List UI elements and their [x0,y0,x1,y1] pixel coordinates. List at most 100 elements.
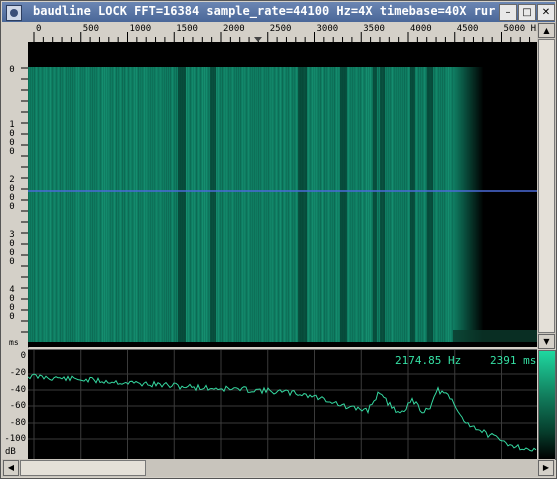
spectrogram-column [228,67,229,342]
spectrogram-column [130,67,131,342]
spectrogram-fade-column [473,67,474,342]
spectrogram-fade-column [461,67,462,342]
spectrogram-column [362,67,363,342]
spectrogram-dark-band [373,67,377,342]
window-title: baudline LOCK FFT=16384 sample_rate=4410… [33,4,496,18]
spectrogram-column [434,67,435,342]
db-label: -80 [9,418,26,428]
spectrogram-column [370,67,371,342]
minimize-button[interactable]: – [499,4,517,21]
spectrogram-column [200,67,201,342]
arrow-down-icon[interactable]: ▼ [538,334,555,349]
spectrogram-image [28,42,537,347]
spectrogram-column [78,67,79,342]
spectrogram-column [42,67,43,342]
spectrogram-column [38,67,39,342]
spectrogram-column [334,67,335,342]
vertical-scrollbar[interactable]: ▲ ▼ [537,22,556,349]
spectrogram-column [312,67,313,342]
spectrogram-column [60,67,61,342]
vertical-scroll-thumb[interactable] [538,39,555,333]
spectrogram-fade-column [476,67,477,342]
spectrogram-fade-column [456,67,457,342]
spectrogram-column [270,67,271,342]
frequency-tick-label: 1500 [176,24,198,34]
maximize-button[interactable]: □ [518,4,536,21]
spectrogram-column [106,67,107,342]
arrow-left-icon[interactable]: ◀ [3,460,19,476]
spectrogram-column [338,67,339,342]
spectrogram-fade-column [480,67,481,342]
frequency-readout: 2174.85 Hz [395,354,462,367]
spectrogram-column [108,67,109,342]
spectrogram-column [150,67,151,342]
spectrogram-dark-band [427,67,433,342]
spectrogram-fade-column [458,67,459,342]
spectrogram-column [366,67,367,342]
spectrogram-fade-column [470,67,471,342]
spectrogram-column [168,67,169,342]
spectrogram-column [286,67,287,342]
spectrogram-column [68,67,69,342]
spectrogram-column [122,67,123,342]
color-aperture-bar[interactable] [538,350,556,460]
spectrogram-column [152,67,153,342]
arrow-right-icon[interactable]: ▶ [538,460,554,476]
spectrogram-column [136,67,137,342]
horizontal-scroll-thumb[interactable] [20,460,146,476]
spectrogram-column [46,67,47,342]
spectrogram-column [258,67,259,342]
spectrogram-fade-column [454,67,455,342]
spectrogram-column [406,67,407,342]
spectrogram-column [88,67,89,342]
spectrogram-dark-band [340,67,347,342]
title-bar[interactable]: baudline LOCK FFT=16384 sample_rate=4410… [2,2,555,22]
spectrogram-column [142,67,143,342]
spectrogram-column [288,67,289,342]
spectrogram-column [40,67,41,342]
baudline-app-icon[interactable] [6,5,22,21]
spectrogram-column [158,67,159,342]
frequency-tick-label: 1000 [130,24,152,34]
spectrogram-dark-band [210,67,216,342]
spectrogram-column [82,67,83,342]
arrow-up-icon[interactable]: ▲ [538,23,555,38]
spectrogram-fade-column [455,67,456,342]
spectrogram-column [156,67,157,342]
time-tick-label: 0 [9,257,14,267]
spectrogram-column [166,67,167,342]
frequency-ruler-ticks: 0 500 1000 1500 2000 2500 3000 3500 4000 4500 5000… [33,24,537,42]
spectrogram-fade-column [475,67,476,342]
spectrum-panel[interactable]: 2174.85 Hz 2391 ms [28,349,537,460]
spectrogram-column [284,67,285,342]
spectrogram-column [124,67,125,342]
spectrogram-column [246,67,247,342]
spectrogram-column [324,67,325,342]
close-button[interactable]: ✕ [537,4,555,21]
spectrogram-column [44,67,45,342]
spectrogram-column [190,67,191,342]
spectrogram-column [348,67,349,342]
spectrogram-fade-column [467,67,468,342]
spectrogram-column [252,67,253,342]
spectrogram-column [400,67,401,342]
frequency-tick-label: 3000 [317,24,339,34]
frequency-ruler[interactable]: 0 500 1000 1500 2000 2500 3000 3500 4000 4500 5000… [28,22,537,43]
spectrogram-column [436,67,437,342]
time-ruler[interactable]: 01000200030004000 ms [1,42,29,348]
spectrogram-column [402,67,403,342]
spectrogram-column [368,67,369,342]
spectrogram-column [98,67,99,342]
horizontal-scrollbar[interactable]: ◀ ▶ [2,459,555,477]
spectrogram-column [206,67,207,342]
spectrogram-fade-column [478,67,479,342]
spectrogram-display[interactable] [28,42,537,347]
spectrogram-column [100,67,101,342]
frequency-tick-label: 2000 [223,24,245,34]
db-label: -20 [9,368,26,378]
spectrogram-fade-column [457,67,458,342]
spectrogram-column [134,67,135,342]
spectrogram-column [330,67,331,342]
spectrogram-column [254,67,255,342]
spectrogram-column [50,67,51,342]
